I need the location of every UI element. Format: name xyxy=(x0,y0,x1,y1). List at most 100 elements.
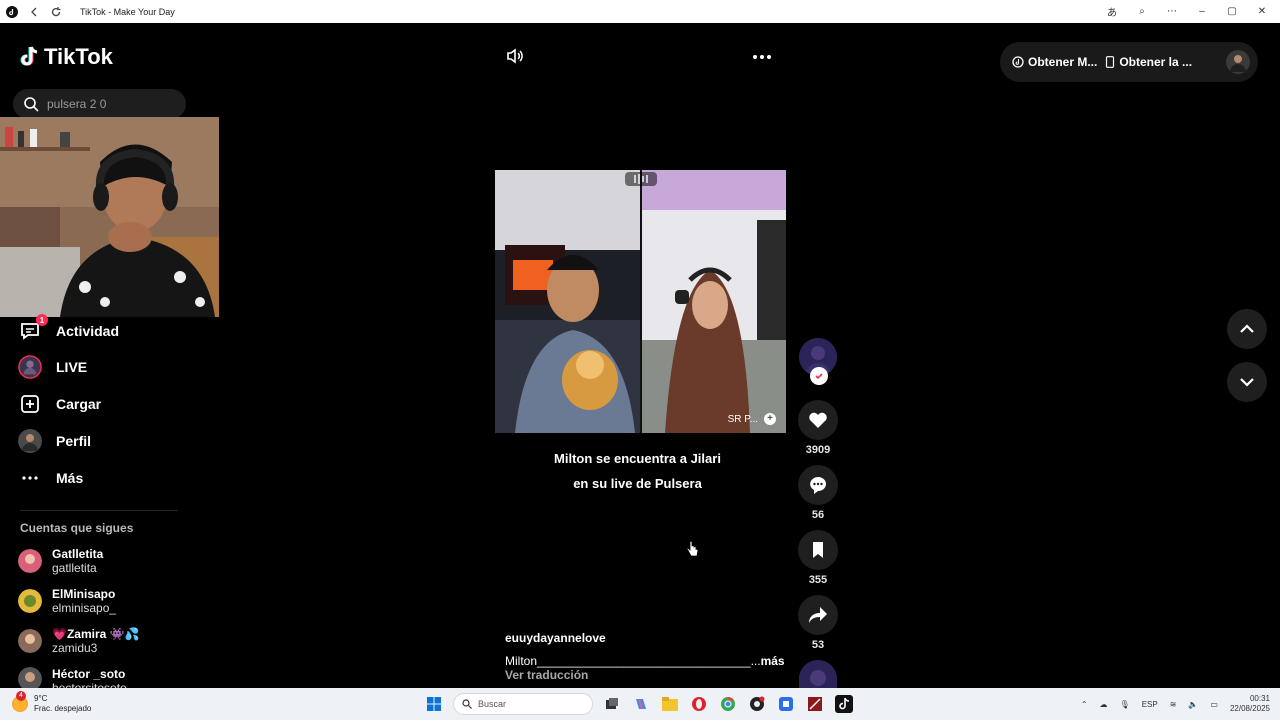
comment-action[interactable]: 56 xyxy=(798,465,838,521)
close-icon[interactable]: ✕ xyxy=(1254,6,1270,17)
avatar xyxy=(18,589,42,613)
obs-icon[interactable] xyxy=(747,694,767,714)
volume-icon[interactable] xyxy=(505,46,525,71)
chrome-icon[interactable] xyxy=(718,694,738,714)
taskbar-search[interactable]: Buscar xyxy=(453,693,593,715)
microphone-icon[interactable]: 🎙 xyxy=(1120,700,1130,709)
previous-video-button[interactable] xyxy=(1227,309,1267,349)
nav-actividad[interactable]: 1 Actividad xyxy=(18,314,198,343)
following-handle: elminisapo_ xyxy=(52,601,117,615)
logo-text: TikTok xyxy=(44,44,113,69)
next-video-button[interactable] xyxy=(1227,362,1267,402)
caption-line: en su live de Pulsera xyxy=(573,476,702,491)
zoom-icon[interactable]: ⌕ xyxy=(1134,6,1150,17)
coin-icon xyxy=(1012,56,1024,68)
app-red-icon[interactable] xyxy=(805,694,825,714)
following-handle: zamidu3 xyxy=(52,641,98,655)
app-blue-icon[interactable] xyxy=(776,694,796,714)
video-caption: Milton se encuentra a Jilari en su live … xyxy=(495,446,780,496)
tiktok-taskbar-icon[interactable] xyxy=(834,694,854,714)
back-icon[interactable] xyxy=(26,4,42,20)
more-link[interactable]: más xyxy=(761,654,785,668)
network-icon[interactable]: ☁ xyxy=(1100,700,1108,709)
opera-icon[interactable] xyxy=(689,694,709,714)
save-action[interactable]: 355 xyxy=(798,530,838,586)
get-coins-button[interactable]: Obtener M... xyxy=(1012,55,1097,69)
webcam-overlay xyxy=(0,117,219,317)
comment-icon[interactable] xyxy=(798,465,838,505)
following-item[interactable]: Héctor _soto hectorsitosoto xyxy=(18,667,127,688)
translate-link[interactable]: Ver traducción xyxy=(505,668,588,682)
video-author[interactable]: euuydayannelove xyxy=(505,631,606,645)
share-icon[interactable] xyxy=(798,595,838,635)
sound-avatar[interactable] xyxy=(799,660,837,690)
search-input[interactable] xyxy=(47,97,177,111)
avatar xyxy=(18,629,42,653)
weather-badge: 4 xyxy=(16,691,26,701)
nav-cargar[interactable]: Cargar xyxy=(18,392,198,416)
nav-label: Actividad xyxy=(56,323,120,339)
live-icon xyxy=(18,355,42,379)
weather-temp: 9°C xyxy=(34,694,48,703)
phone-icon xyxy=(1106,56,1115,68)
following-handle: hectorsitosoto xyxy=(52,681,127,688)
bookmark-icon[interactable] xyxy=(798,530,838,570)
chevron-up-icon[interactable]: ⌃ xyxy=(1081,700,1088,709)
search-bar[interactable] xyxy=(13,89,186,119)
following-item[interactable]: 💗Zamira 👾💦 zamidu3 xyxy=(18,627,140,655)
system-tray: ⌃ ☁ 🎙 ESP ≋ 🔈 ▭ 00:31 22/08/2025 xyxy=(1081,688,1270,720)
nav-label: Perfil xyxy=(56,433,92,449)
clock[interactable]: 00:31 22/08/2025 xyxy=(1230,694,1270,714)
following-item[interactable]: Gatlletita gatlletita xyxy=(18,547,103,575)
weather-widget[interactable]: 4 9°C Frac. despejado xyxy=(0,691,150,714)
get-app-button[interactable]: Obtener la ... xyxy=(1105,55,1192,69)
weather-desc: Frac. despejado xyxy=(34,704,92,713)
minimize-icon[interactable]: – xyxy=(1194,6,1210,17)
like-count: 3909 xyxy=(805,444,831,456)
comment-count: 56 xyxy=(811,509,825,521)
tiktok-app-icon xyxy=(4,4,20,20)
more-options-icon[interactable] xyxy=(752,50,772,68)
nav-perfil[interactable]: Perfil xyxy=(18,429,198,453)
translate-icon[interactable]: あ xyxy=(1104,4,1120,19)
battery-icon[interactable]: ▭ xyxy=(1210,700,1218,709)
nav-label: Cargar xyxy=(56,396,102,412)
nav-live[interactable]: LIVE xyxy=(18,355,198,379)
wifi-icon[interactable]: ≋ xyxy=(1170,700,1177,709)
windows-start-icon[interactable] xyxy=(424,694,444,714)
user-avatar[interactable] xyxy=(1226,50,1250,74)
get-app-label: Obtener la ... xyxy=(1119,55,1193,69)
sidebar-divider xyxy=(20,510,178,511)
nav-mas[interactable]: Más xyxy=(18,466,198,490)
get-coins-label: Obtener M... xyxy=(1028,55,1098,69)
task-view-icon[interactable] xyxy=(602,694,622,714)
copilot-icon[interactable] xyxy=(631,694,651,714)
tiktok-logo[interactable]: TikTok xyxy=(20,44,113,70)
following-name: 💗Zamira 👾💦 xyxy=(52,627,140,641)
following-item[interactable]: ElMinisapo elminisapo_ xyxy=(18,587,116,615)
tiktok-note-icon xyxy=(20,46,38,66)
browser-menu-icon[interactable]: ⋯ xyxy=(1164,6,1180,17)
share-action[interactable]: 53 xyxy=(798,595,838,651)
following-title: Cuentas que sigues xyxy=(20,521,134,535)
save-count: 355 xyxy=(808,574,828,586)
avatar xyxy=(18,549,42,573)
inbox-icon: 1 xyxy=(18,314,48,343)
plus-square-icon xyxy=(18,392,42,416)
speaker-icon[interactable]: 🔈 xyxy=(1188,700,1198,709)
heart-icon[interactable] xyxy=(798,400,838,440)
following-handle: gatlletita xyxy=(52,561,97,575)
following-name: ElMinisapo xyxy=(52,587,116,601)
avatar xyxy=(18,667,42,688)
chevron-up-icon xyxy=(1240,324,1254,333)
taskbar-search-label: Buscar xyxy=(478,699,507,709)
video-description: Milton________________________________..… xyxy=(505,654,785,668)
language-indicator[interactable]: ESP xyxy=(1142,700,1158,709)
maximize-icon[interactable]: ▢ xyxy=(1224,6,1240,17)
like-action[interactable]: 3909 xyxy=(798,400,838,456)
file-explorer-icon[interactable] xyxy=(660,694,680,714)
reload-icon[interactable] xyxy=(48,4,64,20)
video-player[interactable]: SR P... + xyxy=(495,170,786,433)
window-title: TikTok - Make Your Day xyxy=(80,6,175,17)
following-check-icon[interactable] xyxy=(810,367,828,385)
